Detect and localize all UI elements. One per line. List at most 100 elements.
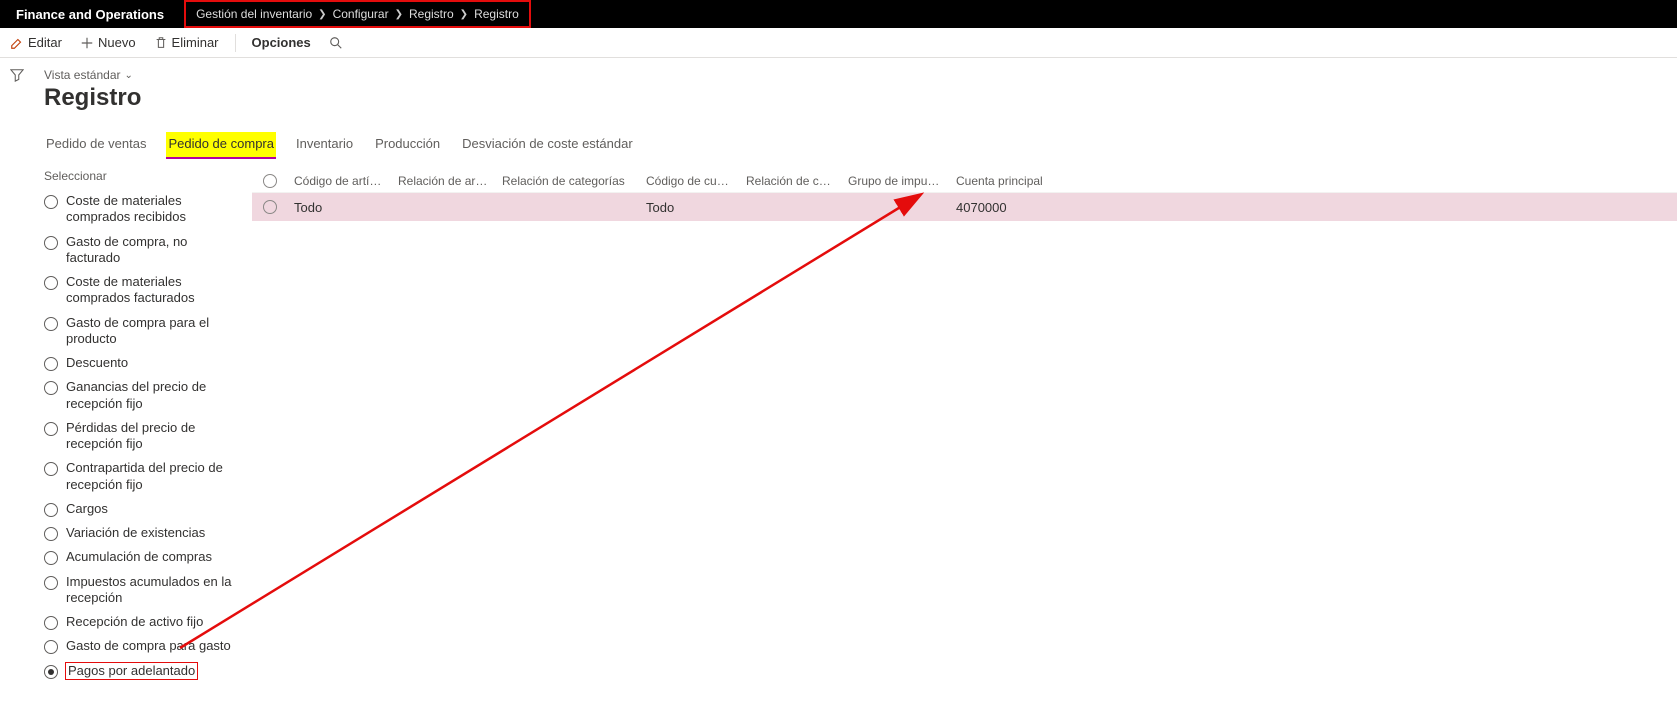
tab-pedido-compra[interactable]: Pedido de compra [166, 132, 276, 159]
radio-circle-icon [44, 527, 58, 541]
radio-label: Impuestos acumulados en la recepción [66, 574, 244, 607]
edit-button[interactable]: Editar [6, 35, 66, 50]
radio-option[interactable]: Variación de existencias [42, 521, 246, 545]
grid-header: Código de artículo Relación de artículos… [252, 169, 1677, 193]
radio-label: Pérdidas del precio de recepción fijo [66, 420, 244, 453]
filter-column [0, 58, 34, 706]
radio-circle-icon [44, 195, 58, 209]
radio-circle-icon [44, 357, 58, 371]
radio-circle-icon [44, 462, 58, 476]
options-button[interactable]: Opciones [248, 35, 315, 50]
tab-pedido-ventas[interactable]: Pedido de ventas [44, 132, 148, 159]
radio-label: Gasto de compra para gasto [66, 638, 231, 654]
content: Vista estándar ⌄ Registro Pedido de vent… [34, 58, 1677, 706]
col-grupo-impuestos[interactable]: Grupo de impuestos [842, 174, 950, 188]
radio-label: Ganancias del precio de recepción fijo [66, 379, 244, 412]
cell-codigo-cuenta: Todo [640, 200, 740, 215]
radio-option[interactable]: Ganancias del precio de recepción fijo [42, 375, 246, 416]
cell-cuenta-principal: 4070000 [950, 200, 1070, 215]
tab-desviacion[interactable]: Desviación de coste estándar [460, 132, 635, 159]
radio-label: Gasto de compra, no facturado [66, 234, 244, 267]
radio-circle-icon [44, 381, 58, 395]
edit-label: Editar [28, 35, 62, 50]
col-codigo-cuenta[interactable]: Código de cuenta [640, 174, 740, 188]
breadcrumb-item[interactable]: Configurar [333, 7, 389, 21]
tab-inventario[interactable]: Inventario [294, 132, 355, 159]
tab-label: Producción [375, 136, 440, 151]
filter-icon[interactable] [10, 68, 24, 82]
radio-option[interactable]: Impuestos acumulados en la recepción [42, 570, 246, 611]
select-column: Seleccionar Coste de materiales comprado… [42, 169, 252, 683]
radio-circle-icon [44, 616, 58, 630]
view-selector[interactable]: Vista estándar ⌄ [42, 68, 1677, 82]
breadcrumb-item[interactable]: Gestión del inventario [196, 7, 312, 21]
col-codigo-articulo[interactable]: Código de artículo [288, 174, 392, 188]
radio-option[interactable]: Pagos por adelantado [42, 659, 246, 683]
select-all-checkbox[interactable] [252, 174, 288, 188]
cell-codigo-articulo: Todo [288, 200, 392, 215]
radio-option[interactable]: Gasto de compra, no facturado [42, 230, 246, 271]
radio-option[interactable]: Coste de materiales comprados facturados [42, 270, 246, 311]
chevron-right-icon: ❯ [318, 9, 326, 20]
tab-label: Desviación de coste estándar [462, 136, 633, 151]
delete-label: Eliminar [172, 35, 219, 50]
radio-label: Coste de materiales comprados facturados [66, 274, 244, 307]
breadcrumb: Gestión del inventario ❯ Configurar ❯ Re… [184, 0, 531, 28]
col-cuenta-principal[interactable]: Cuenta principal [950, 174, 1070, 188]
radio-circle-icon [44, 317, 58, 331]
radio-label: Coste de materiales comprados recibidos [66, 193, 244, 226]
radio-option[interactable]: Acumulación de compras [42, 545, 246, 569]
radio-option[interactable]: Gasto de compra para el producto [42, 311, 246, 352]
table-row[interactable]: Todo Todo 4070000 [252, 193, 1677, 221]
top-bar: Finance and Operations Gestión del inven… [0, 0, 1677, 28]
action-bar: Editar Nuevo Eliminar Opciones [0, 28, 1677, 58]
tab-label: Inventario [296, 136, 353, 151]
tabs: Pedido de ventas Pedido de compra Invent… [42, 132, 1677, 159]
chevron-down-icon: ⌄ [125, 70, 133, 81]
radio-option[interactable]: Gasto de compra para gasto [42, 634, 246, 658]
radio-circle-icon [44, 640, 58, 654]
radio-option[interactable]: Coste de materiales comprados recibidos [42, 189, 246, 230]
new-button[interactable]: Nuevo [76, 35, 140, 50]
radio-circle-icon [44, 503, 58, 517]
col-relacion-cuentas[interactable]: Relación de cuentas [740, 174, 842, 188]
view-label: Vista estándar [44, 68, 121, 82]
tab-produccion[interactable]: Producción [373, 132, 442, 159]
chevron-right-icon: ❯ [460, 9, 468, 20]
radio-label: Recepción de activo fijo [66, 614, 203, 630]
radio-option[interactable]: Cargos [42, 497, 246, 521]
radio-label: Gasto de compra para el producto [66, 315, 244, 348]
radio-label: Pagos por adelantado [66, 663, 197, 679]
radio-option[interactable]: Pérdidas del precio de recepción fijo [42, 416, 246, 457]
grid-area: Código de artículo Relación de artículos… [252, 169, 1677, 683]
row-checkbox[interactable] [252, 200, 288, 214]
radio-circle-icon [44, 276, 58, 290]
main-area: Vista estándar ⌄ Registro Pedido de vent… [0, 58, 1677, 706]
col-relacion-categorias[interactable]: Relación de categorías [496, 174, 640, 188]
radio-circle-icon [44, 422, 58, 436]
radio-label: Cargos [66, 501, 108, 517]
radio-option[interactable]: Descuento [42, 351, 246, 375]
radio-label: Descuento [66, 355, 128, 371]
tab-label: Pedido de ventas [46, 136, 146, 151]
divider [235, 34, 236, 52]
breadcrumb-item[interactable]: Registro [474, 7, 519, 21]
tab-label: Pedido de compra [168, 136, 274, 151]
chevron-right-icon: ❯ [395, 9, 403, 20]
page-title: Registro [42, 84, 1677, 112]
radio-circle-icon [44, 576, 58, 590]
radio-label: Variación de existencias [66, 525, 205, 541]
select-section-label: Seleccionar [42, 169, 246, 183]
radio-option[interactable]: Recepción de activo fijo [42, 610, 246, 634]
search-button[interactable] [325, 36, 347, 50]
radio-circle-icon [44, 665, 58, 679]
radio-circle-icon [44, 551, 58, 565]
delete-button[interactable]: Eliminar [150, 35, 223, 50]
lower-area: Seleccionar Coste de materiales comprado… [42, 169, 1677, 683]
app-title: Finance and Operations [0, 7, 180, 22]
breadcrumb-item[interactable]: Registro [409, 7, 454, 21]
search-icon [329, 36, 343, 50]
radio-option[interactable]: Contrapartida del precio de recepción fi… [42, 456, 246, 497]
pencil-icon [10, 36, 24, 50]
col-relacion-articulos[interactable]: Relación de artículos [392, 174, 496, 188]
